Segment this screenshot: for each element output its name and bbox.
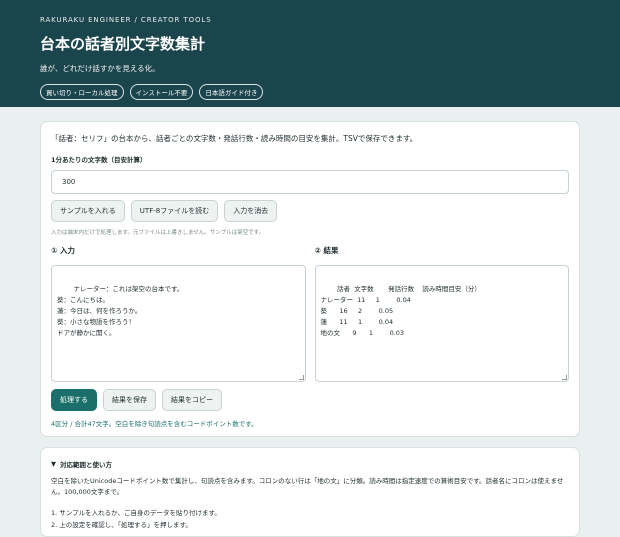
- input-button-row: サンプルを入れる UTF-8ファイルを読む 入力を消去: [51, 200, 569, 222]
- page-tagline: 誰が、どれだけ話すかを見える化。: [40, 64, 160, 73]
- help-step-2: 2. 上の設定を確認し、「処理する」を押します。: [51, 521, 192, 529]
- result-summary: 4区分 / 合計47文字。空白を除き句読点を含むコードポイント数です。: [51, 420, 258, 428]
- result-output-text: 話者 文字数 発話行数 読み時間目安（分） ナレーター 11 1 0.04 葵 …: [320, 285, 481, 337]
- brand-kicker: RAKURAKU ENGINEER / CREATOR TOOLS: [40, 16, 212, 24]
- input-heading: ① 入力: [51, 246, 75, 255]
- tool-card: 「話者：セリフ」の台本から、話者ごとの文字数・発話行数・読み時間の目安を集計。T…: [40, 121, 580, 437]
- save-result-button[interactable]: 結果を保存: [103, 389, 156, 411]
- feature-badges: 買い切り・ローカル処理 インストール不要 日本語ガイド付き: [40, 84, 580, 100]
- resize-handle-icon[interactable]: [298, 375, 304, 380]
- help-card: ▼ 対応範囲と使い方 空白を除いたUnicodeコードポイント数で集計し、句読点…: [40, 447, 580, 537]
- copy-result-button[interactable]: 結果をコピー: [162, 389, 222, 411]
- script-input-text: ナレーター：これは架空の台本です。 葵：こんにちは。 蓮：今日は、何を作ろうか。…: [57, 285, 184, 337]
- privacy-note: 入力は端末内だけで処理します。元ファイルは上書きしません。サンプルは架空です。: [51, 230, 265, 236]
- help-disclosure-toggle[interactable]: ▼ 対応範囲と使い方: [51, 459, 569, 469]
- help-title: 対応範囲と使い方: [60, 461, 112, 469]
- result-output-textarea[interactable]: 話者 文字数 発話行数 読み時間目安（分） ナレーター 11 1 0.04 葵 …: [314, 265, 569, 382]
- wpm-input[interactable]: 300: [51, 170, 569, 194]
- result-heading: ② 結果: [314, 246, 339, 255]
- load-file-button[interactable]: UTF-8ファイルを読む: [130, 200, 219, 222]
- action-button-row: 処理する 結果を保存 結果をコピー: [51, 389, 569, 411]
- badge-local-processing: 買い切り・ローカル処理: [40, 84, 124, 100]
- help-description: 空白を除いたUnicodeコードポイント数で集計し、句読点を含みます。コロンのな…: [51, 477, 564, 496]
- badge-no-install: インストール不要: [129, 84, 194, 100]
- page-title: 台本の話者別文字数集計: [40, 35, 206, 53]
- app-header: RAKURAKU ENGINEER / CREATOR TOOLS 台本の話者別…: [0, 0, 620, 107]
- triangle-down-icon: ▼: [51, 460, 56, 468]
- insert-sample-button[interactable]: サンプルを入れる: [51, 200, 125, 222]
- io-columns: ① 入力 ナレーター：これは架空の台本です。 葵：こんにちは。 蓮：今日は、何を…: [51, 245, 569, 382]
- resize-handle-icon[interactable]: [562, 375, 567, 380]
- clear-input-button[interactable]: 入力を消去: [224, 200, 278, 222]
- process-button[interactable]: 処理する: [51, 389, 97, 411]
- badge-japanese-guide: 日本語ガイド付き: [199, 84, 264, 100]
- result-column: ② 結果 話者 文字数 発話行数 読み時間目安（分） ナレーター 11 1 0.…: [314, 245, 569, 382]
- help-steps: 1. サンプルを入れるか、ご自身のデータを貼り付けます。 2. 上の設定を確認し…: [51, 507, 569, 531]
- input-column: ① 入力 ナレーター：これは架空の台本です。 葵：こんにちは。 蓮：今日は、何を…: [51, 245, 306, 382]
- wpm-label: 1分あたりの文字数（目安計算）: [51, 156, 147, 164]
- tool-intro: 「話者：セリフ」の台本から、話者ごとの文字数・発話行数・読み時間の目安を集計。T…: [51, 134, 418, 143]
- help-step-1: 1. サンプルを入れるか、ご自身のデータを貼り付けます。: [51, 509, 221, 517]
- script-input-textarea[interactable]: ナレーター：これは架空の台本です。 葵：こんにちは。 蓮：今日は、何を作ろうか。…: [51, 265, 306, 382]
